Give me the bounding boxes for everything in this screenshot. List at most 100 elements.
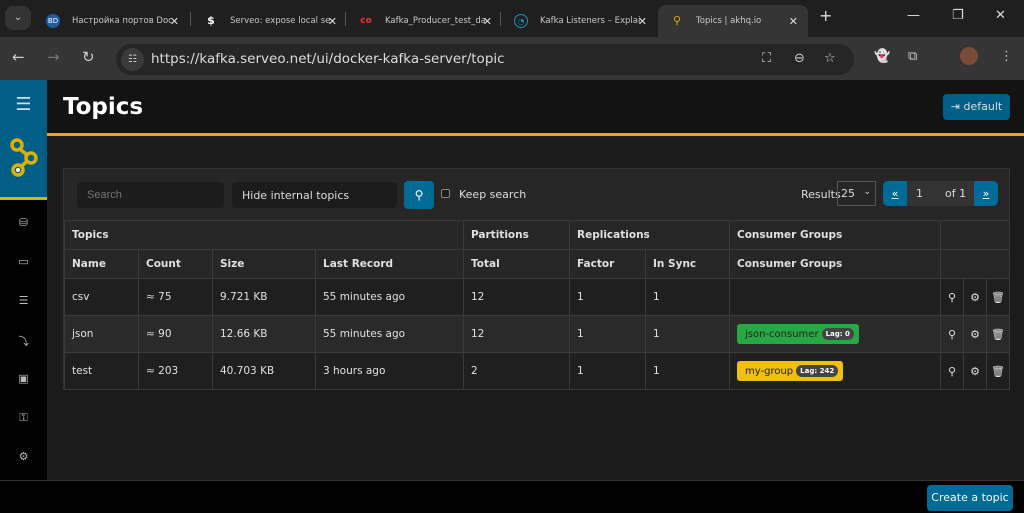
partitions-total: 12: [463, 278, 570, 316]
topic-last-record: 55 minutes ago: [315, 278, 464, 316]
table-row[interactable]: json ≈ 90 12.66 KB 55 minutes ago 12 1 1 json-c…: [64, 315, 1010, 353]
consumer-group-badge[interactable]: my-group Lag: 242: [737, 361, 844, 381]
close-tab-icon[interactable]: ✕: [638, 15, 647, 28]
consumer-group-name: my-group: [745, 366, 794, 377]
lag-badge: Lag: 0: [821, 328, 854, 340]
delete-topic-trash-icon[interactable]: 🗑: [986, 352, 1010, 390]
col-consumer-groups[interactable]: Consumer Groups: [729, 249, 941, 279]
sidebar-topics-laptop-icon[interactable]: ▭: [0, 255, 47, 268]
topic-size: 12.66 KB: [212, 315, 316, 353]
col-name[interactable]: Name: [64, 249, 139, 279]
keep-search-checkbox[interactable]: [441, 189, 450, 198]
search-button[interactable]: ⚲: [404, 181, 434, 209]
chevron-down-icon: ⌄: [863, 187, 871, 197]
reload-button[interactable]: ↻: [82, 48, 95, 66]
column-header-row: Name Count Size Last Record Total Factor…: [64, 249, 1010, 279]
close-tab-icon[interactable]: ✕: [328, 15, 337, 28]
browser-tab-4[interactable]: ◔ Kafka Listeners – Explained✕: [502, 5, 657, 37]
hamburger-menu-icon[interactable]: ☰: [0, 94, 47, 115]
partitions-total: 12: [463, 315, 570, 353]
url-text[interactable]: https://kafka.serveo.net/ui/docker-kafka…: [151, 51, 505, 67]
col-factor[interactable]: Factor: [569, 249, 646, 279]
table-row[interactable]: csv ≈ 75 9.721 KB 55 minutes ago 12 1 1 ⚲ ⚙ 🗑: [64, 278, 1010, 316]
table-row[interactable]: test ≈ 203 40.703 KB 3 hours ago 2 1 1 my-group…: [64, 352, 1010, 390]
col-count[interactable]: Count: [138, 249, 213, 279]
close-window-button[interactable]: ✕: [995, 8, 1006, 23]
group-header-replications: Replications: [569, 220, 730, 250]
colab-icon: co: [360, 16, 372, 26]
prev-page-button[interactable]: «: [883, 181, 907, 206]
extensions-icon[interactable]: ⧉: [908, 49, 917, 64]
topic-size: 9.721 KB: [212, 278, 316, 316]
group-header-partitions: Partitions: [463, 220, 570, 250]
translate-icon[interactable]: ⛶: [762, 51, 771, 66]
topic-filter-select[interactable]: Hide internal topics: [232, 182, 397, 208]
replication-factor: 1: [569, 352, 646, 390]
keep-search-label: Keep search: [459, 188, 527, 201]
topics-table: Topics Partitions Replications Consumer …: [64, 220, 1010, 390]
restore-button[interactable]: ❐: [952, 8, 964, 23]
close-tab-icon[interactable]: ✕: [789, 15, 798, 28]
sidebar-schema-registry-icon[interactable]: ▣: [0, 372, 47, 385]
results-per-page-select[interactable]: 25 ⌄: [837, 181, 876, 206]
col-in-sync[interactable]: In Sync: [645, 249, 730, 279]
bookmark-star-icon[interactable]: ☆: [824, 51, 836, 66]
cluster-default-button[interactable]: ⇥ default: [943, 94, 1010, 120]
site-icon: ◔: [514, 14, 528, 28]
next-page-button[interactable]: »: [974, 181, 998, 206]
close-tab-icon[interactable]: ✕: [170, 15, 179, 28]
close-tab-icon[interactable]: ✕: [483, 15, 492, 28]
ghostery-extension-icon[interactable]: 👻: [874, 49, 890, 64]
topic-name: json: [64, 315, 139, 353]
topic-settings-gear-icon[interactable]: ⚙: [963, 352, 987, 390]
view-topic-search-icon[interactable]: ⚲: [940, 278, 964, 316]
results-per-page-value: 25: [841, 187, 855, 200]
browser-tab-1[interactable]: BD Настройка портов Docker✕: [34, 5, 189, 37]
sidebar-consumer-groups-icon[interactable]: ⤵: [0, 333, 47, 349]
topic-name: test: [64, 352, 139, 390]
browser-menu-icon[interactable]: ⋮: [1000, 49, 1013, 64]
topic-settings-gear-icon[interactable]: ⚙: [963, 315, 987, 353]
tab-search-button[interactable]: ⌄: [5, 6, 31, 30]
zoom-out-icon[interactable]: ⊖: [794, 51, 805, 66]
url-bar[interactable]: ☷ https://kafka.serveo.net/ui/docker-kaf…: [116, 44, 854, 75]
new-tab-button[interactable]: +: [819, 6, 832, 25]
col-total[interactable]: Total: [463, 249, 570, 279]
tab-title: Настройка портов Docker: [72, 16, 172, 26]
page-title: Topics: [63, 94, 144, 120]
site-info-icon[interactable]: ☷: [121, 48, 144, 71]
akhq-logo-icon: [10, 138, 38, 177]
sidebar-nodes-database-icon[interactable]: ⛁: [0, 216, 47, 229]
browser-tab-3[interactable]: co Kafka_Producer_test_data ✕: [347, 5, 502, 37]
group-header-consumer-groups: Consumer Groups: [729, 220, 941, 250]
dollar-icon: $: [207, 14, 215, 27]
delete-topic-trash-icon[interactable]: 🗑: [986, 315, 1010, 353]
sidebar-acls-key-icon[interactable]: ⚿: [0, 411, 47, 425]
back-button[interactable]: ←: [12, 48, 25, 66]
col-size[interactable]: Size: [212, 249, 316, 279]
sidebar-settings-gears-icon[interactable]: ⚙: [0, 450, 47, 463]
lag-badge: Lag: 242: [796, 365, 839, 377]
pagination: « 1 of 1 »: [883, 181, 998, 206]
view-topic-search-icon[interactable]: ⚲: [940, 352, 964, 390]
delete-topic-trash-icon[interactable]: 🗑: [986, 278, 1010, 316]
create-topic-button[interactable]: Create a topic: [927, 485, 1013, 511]
akhq-icon: ⚲: [672, 14, 682, 27]
results-label: Results: [801, 188, 841, 201]
sidebar-list-icon[interactable]: ☰: [0, 294, 47, 307]
topic-count: ≈ 90: [138, 315, 213, 353]
profile-avatar[interactable]: [960, 47, 978, 65]
page-header: Topics ⇥ default: [47, 80, 1024, 136]
col-last-record[interactable]: Last Record: [315, 249, 464, 279]
topic-name: csv: [64, 278, 139, 316]
search-input[interactable]: [77, 182, 224, 208]
view-topic-search-icon[interactable]: ⚲: [940, 315, 964, 353]
consumer-group-badge[interactable]: json-consumer Lag: 0: [737, 324, 859, 344]
minimize-button[interactable]: —: [907, 8, 920, 23]
forward-button[interactable]: →: [47, 48, 60, 66]
group-header-actions: [940, 220, 1010, 250]
consumer-group-name: json-consumer: [745, 329, 819, 340]
browser-tab-5-active[interactable]: ⚲ Topics | akhq.io ✕: [658, 5, 808, 37]
topic-settings-gear-icon[interactable]: ⚙: [963, 278, 987, 316]
browser-tab-2[interactable]: $ Serveo: expose local servers✕: [192, 5, 347, 37]
